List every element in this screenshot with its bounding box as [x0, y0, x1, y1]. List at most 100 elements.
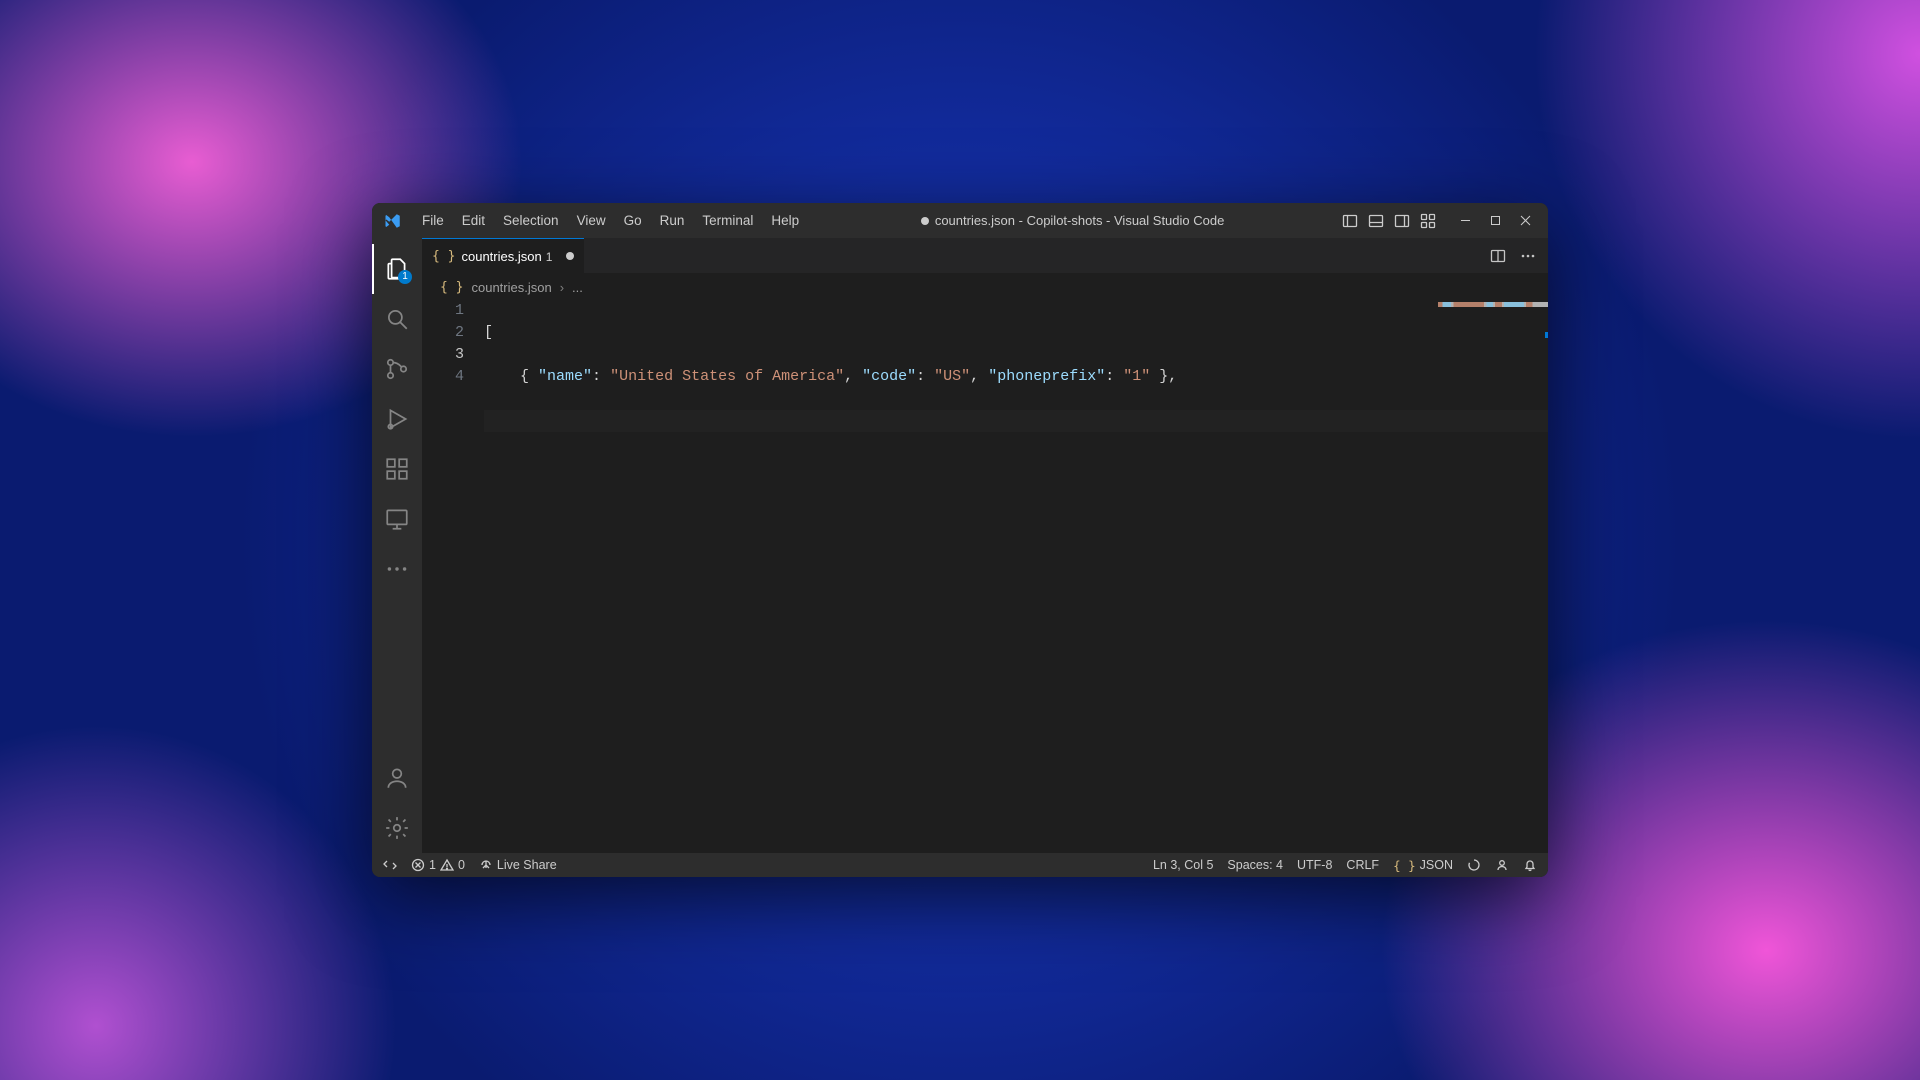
extensions-icon [384, 456, 410, 482]
customize-layout-button[interactable] [1416, 209, 1440, 233]
breadcrumb-filename: countries.json [471, 280, 551, 295]
code-token: [ [484, 324, 493, 341]
maximize-button[interactable] [1480, 206, 1510, 236]
debug-icon [384, 406, 410, 432]
code-token: "phoneprefix" [988, 368, 1105, 385]
activity-settings[interactable] [372, 803, 422, 853]
search-icon [384, 306, 410, 332]
code-token: : [1105, 368, 1123, 385]
activity-run-debug[interactable] [372, 394, 422, 444]
code-token: "code" [862, 368, 916, 385]
minimap[interactable] [1438, 302, 1548, 307]
menu-view[interactable]: View [569, 209, 614, 232]
activity-overflow[interactable] [372, 544, 422, 594]
person-icon [1495, 858, 1509, 872]
spinner-icon [1467, 858, 1481, 872]
status-copilot-spinner[interactable] [1460, 853, 1488, 877]
status-error-count: 1 [429, 858, 436, 872]
bell-icon [1523, 858, 1537, 872]
vscode-window: File Edit Selection View Go Run Terminal… [372, 203, 1548, 877]
line-number-gutter: 1 2 3 4 [422, 300, 484, 853]
tab-filename: countries.json [461, 249, 541, 264]
status-eol[interactable]: CRLF [1339, 853, 1386, 877]
close-button[interactable] [1510, 206, 1540, 236]
line-number: 1 [422, 300, 464, 322]
activity-accounts[interactable] [372, 753, 422, 803]
line-number: 2 [422, 322, 464, 344]
source-control-icon [384, 356, 410, 382]
code-token: }, [1150, 368, 1177, 385]
line-number: 4 [422, 366, 464, 388]
code-token: "name" [538, 368, 592, 385]
status-notifications[interactable] [1516, 853, 1544, 877]
overview-ruler-marker [1545, 332, 1548, 338]
title-bar: File Edit Selection View Go Run Terminal… [372, 203, 1548, 238]
menu-file[interactable]: File [414, 209, 452, 232]
code-token: "1" [1123, 368, 1150, 385]
status-warning-count: 0 [458, 858, 465, 872]
code-token [484, 368, 520, 385]
menu-terminal[interactable]: Terminal [694, 209, 761, 232]
json-lang-icon: { } [1393, 858, 1416, 873]
tab-countries-json[interactable]: { } countries.json 1 [422, 238, 584, 273]
menu-go[interactable]: Go [616, 209, 650, 232]
remote-indicator[interactable] [376, 853, 404, 877]
menu-run[interactable]: Run [652, 209, 693, 232]
activity-search[interactable] [372, 294, 422, 344]
live-share-label: Live Share [497, 858, 557, 872]
gear-icon [384, 815, 410, 841]
code-token: , [844, 368, 862, 385]
menu-edit[interactable]: Edit [454, 209, 493, 232]
status-feedback[interactable] [1488, 853, 1516, 877]
breadcrumb-rest: ... [572, 280, 583, 295]
layout-controls [1338, 209, 1440, 233]
status-language-mode[interactable]: { } JSON [1386, 853, 1460, 877]
code-editor[interactable]: 1 2 3 4 [ { "name": "United States of Am… [422, 300, 1548, 853]
status-live-share[interactable]: Live Share [472, 853, 564, 877]
code-token: : [592, 368, 610, 385]
minimize-button[interactable] [1450, 206, 1480, 236]
status-cursor-position[interactable]: Ln 3, Col 5 [1146, 853, 1220, 877]
breadcrumb[interactable]: { } countries.json › ... [422, 274, 1548, 300]
code-content[interactable]: [ { "name": "United States of America", … [484, 300, 1548, 853]
status-problems[interactable]: 1 0 [404, 853, 472, 877]
window-title: countries.json - Copilot-shots - Visual … [807, 213, 1338, 228]
activity-bar: 1 [372, 238, 422, 853]
menu-selection[interactable]: Selection [495, 209, 567, 232]
code-token: "US" [934, 368, 970, 385]
editor-area: { } countries.json 1 { [422, 238, 1548, 853]
status-indentation[interactable]: Spaces: 4 [1220, 853, 1290, 877]
toggle-secondary-sidebar-button[interactable] [1390, 209, 1414, 233]
activity-extensions[interactable] [372, 444, 422, 494]
activity-explorer[interactable]: 1 [372, 244, 422, 294]
split-editor-button[interactable] [1484, 242, 1512, 270]
tab-git-count: 1 [546, 250, 553, 264]
menu-help[interactable]: Help [763, 209, 807, 232]
tab-dirty-icon [566, 252, 574, 260]
language-label: JSON [1420, 858, 1453, 872]
error-icon [411, 858, 425, 872]
toggle-primary-sidebar-button[interactable] [1338, 209, 1362, 233]
editor-tab-actions [1484, 238, 1548, 273]
menu-bar: File Edit Selection View Go Run Terminal… [414, 209, 807, 232]
live-share-icon [479, 858, 493, 872]
window-body: 1 [372, 238, 1548, 853]
activity-source-control[interactable] [372, 344, 422, 394]
more-actions-button[interactable] [1514, 242, 1542, 270]
window-title-text: countries.json - Copilot-shots - Visual … [935, 213, 1225, 228]
activity-remote-explorer[interactable] [372, 494, 422, 544]
code-token: { [520, 368, 538, 385]
dirty-indicator-icon [921, 217, 929, 225]
explorer-badge: 1 [398, 270, 412, 284]
vscode-logo-icon [384, 212, 402, 230]
ellipsis-icon [384, 556, 410, 582]
code-token: , [970, 368, 988, 385]
json-file-icon: { } [432, 249, 455, 264]
status-bar: 1 0 Live Share Ln 3, Col 5 Spaces: 4 UTF… [372, 853, 1548, 877]
code-token: "United States of America" [610, 368, 844, 385]
toggle-panel-button[interactable] [1364, 209, 1388, 233]
status-encoding[interactable]: UTF-8 [1290, 853, 1339, 877]
window-controls [1450, 206, 1540, 236]
remote-explorer-icon [384, 506, 410, 532]
chevron-right-icon: › [560, 280, 564, 295]
